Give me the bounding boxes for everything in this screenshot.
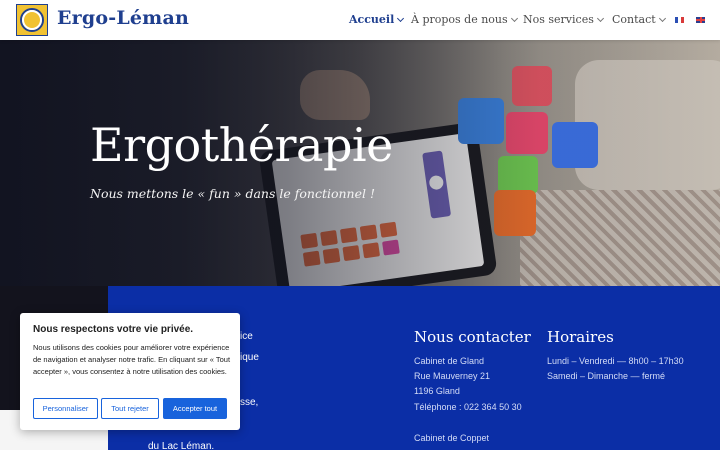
nav-item-label: À propos de nous — [411, 13, 508, 26]
logo-icon[interactable] — [16, 4, 48, 36]
hours-title: Horaires — [547, 328, 614, 346]
chevron-down-icon — [596, 14, 604, 23]
nav-item-label: Nos services — [523, 13, 594, 26]
logo-text[interactable]: Ergo-Léman — [57, 7, 189, 29]
about-text-fragment: du Lac Léman. — [148, 441, 215, 450]
cookie-banner: Nous respectons votre vie privée. Nous u… — [20, 313, 240, 430]
about-text-fragment: sse, — [240, 397, 259, 408]
accept-all-button[interactable]: Accepter tout — [163, 398, 227, 419]
contact-line: Cabinet de Gland — [414, 356, 485, 366]
about-text-fragment: ice — [240, 331, 253, 342]
about-text-fragment: ique — [240, 352, 259, 363]
flag-en-icon[interactable] — [696, 17, 705, 23]
contact-phone[interactable]: Téléphone : 022 364 50 30 — [414, 402, 522, 412]
hero-subtitle: Nous mettons le « fun » dans le fonction… — [90, 186, 375, 201]
nav-item-services[interactable]: Nos services — [523, 13, 604, 26]
reject-all-button[interactable]: Tout rejeter — [101, 398, 159, 419]
hero-banner: Ergothérapie Nous mettons le « fun » dan… — [0, 40, 720, 286]
cookie-text: Nous utilisons des cookies pour améliore… — [33, 343, 231, 376]
nav-item-accueil[interactable]: Accueil — [349, 13, 405, 26]
hours-line: Lundi – Vendredi — 8h00 – 17h30 — [547, 356, 684, 366]
hero-title: Ergothérapie — [90, 118, 393, 172]
nav-item-label: Accueil — [349, 13, 395, 26]
flag-fr-icon[interactable] — [675, 17, 684, 23]
chevron-down-icon — [658, 14, 666, 23]
contact-line: Cabinet de Coppet — [414, 433, 490, 443]
customize-button[interactable]: Personnaliser — [33, 398, 98, 419]
nav-item-a-propos[interactable]: À propos de nous — [411, 13, 518, 26]
logo-inner-ring — [22, 10, 42, 30]
nav-item-label: Contact — [612, 13, 656, 26]
chevron-down-icon — [397, 14, 405, 23]
nav-item-contact[interactable]: Contact — [612, 13, 666, 26]
contact-title: Nous contacter — [414, 328, 531, 346]
site-header: Ergo-Léman Accueil À propos de nous Nos … — [0, 0, 720, 40]
cookie-title: Nous respectons votre vie privée. — [33, 324, 194, 335]
hours-line: Samedi – Dimanche — fermé — [547, 371, 666, 381]
chevron-down-icon — [510, 14, 518, 23]
contact-line: 1196 Gland — [414, 386, 460, 396]
contact-line: Rue Mauverney 21 — [414, 371, 491, 381]
